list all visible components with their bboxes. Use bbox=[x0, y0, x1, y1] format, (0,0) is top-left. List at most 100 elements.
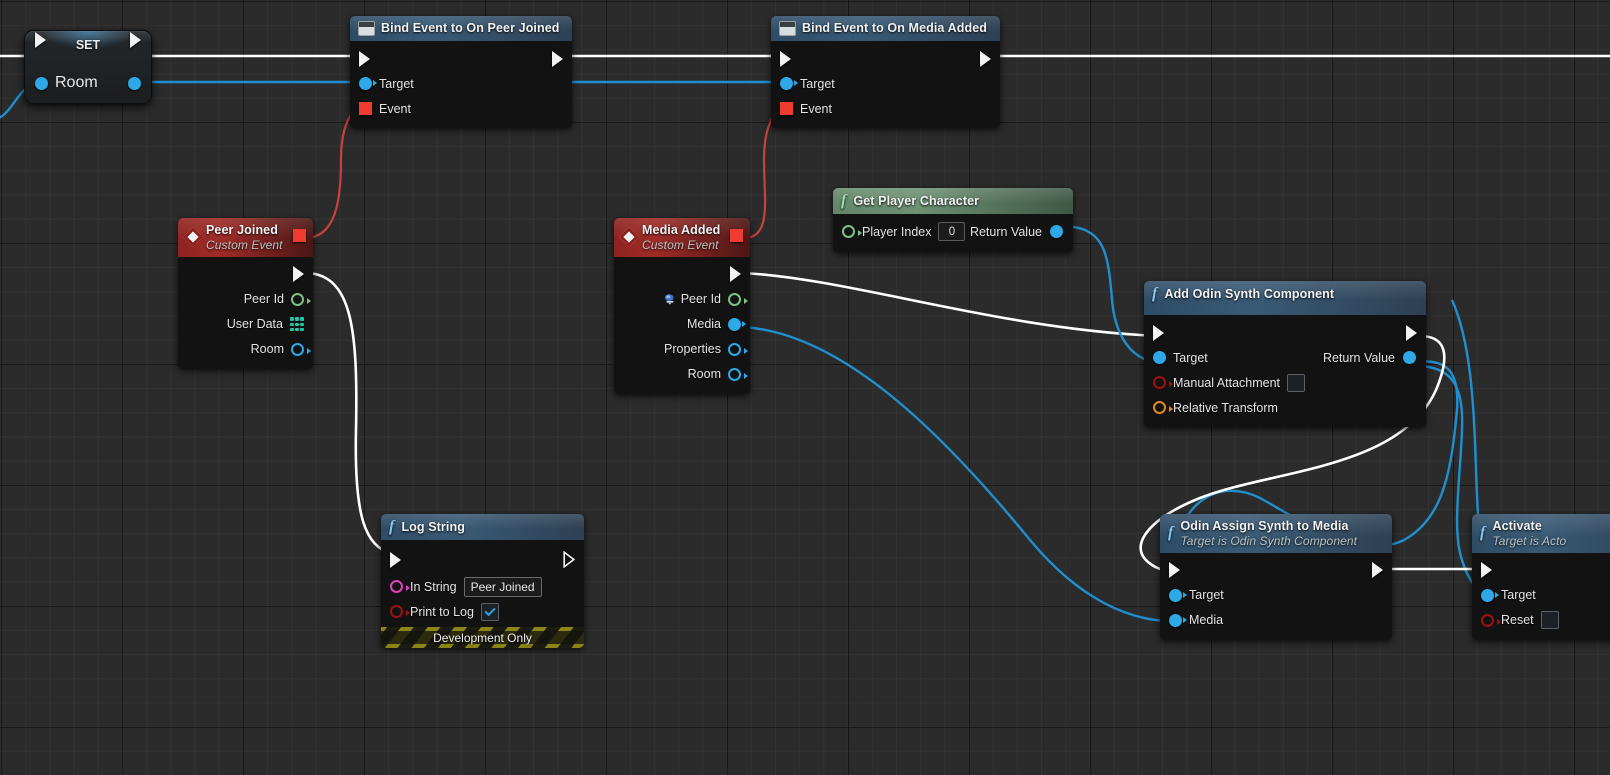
add-odin-synth-target-pin[interactable] bbox=[1153, 351, 1166, 364]
add-odin-synth-exec-out-pin[interactable] bbox=[1406, 324, 1417, 341]
add-odin-synth-target-row: Target Return Value bbox=[1144, 345, 1426, 370]
blueprint-event-graph-canvas[interactable]: SET Room Bind Event to On Peer Joined Ta… bbox=[0, 0, 1610, 775]
bind-peer-joined-exec-in-pin[interactable] bbox=[359, 50, 370, 67]
odin-assign-title: Odin Assign Synth to Media bbox=[1180, 519, 1349, 533]
player-index-value-field[interactable]: 0 bbox=[938, 222, 966, 241]
activate-title-bar: f Activate Target is Acto bbox=[1472, 514, 1610, 553]
relative-transform-label: Relative Transform bbox=[1173, 400, 1278, 415]
log-string-in-string-row: In String Peer Joined bbox=[381, 574, 584, 599]
node-odin-assign-synth-to-media[interactable]: f Odin Assign Synth to Media Target is O… bbox=[1160, 514, 1392, 640]
media-added-room-pin[interactable] bbox=[728, 367, 748, 381]
bind-peer-joined-body: Target Event bbox=[350, 41, 572, 128]
bind-media-added-target-row: Target bbox=[771, 71, 1000, 96]
set-room-out-pin[interactable] bbox=[128, 76, 141, 90]
set-exec-in-pin[interactable] bbox=[35, 32, 46, 48]
log-string-body: In String Peer Joined Print to Log bbox=[381, 540, 584, 627]
bind-media-added-target-pin[interactable] bbox=[780, 77, 798, 90]
add-odin-synth-exec-in-pin[interactable] bbox=[1153, 324, 1164, 341]
media-added-body: Peer Id Media Properties Room bbox=[614, 256, 750, 394]
node-activate[interactable]: f Activate Target is Acto Target Reset bbox=[1472, 514, 1610, 640]
log-string-exec-row bbox=[381, 545, 584, 574]
activate-target-label: Target bbox=[1501, 588, 1536, 603]
peer-joined-userdata-pin[interactable] bbox=[290, 317, 304, 332]
peer-joined-subtitle: Custom Event bbox=[206, 237, 283, 252]
player-index-label: Player Index bbox=[862, 224, 932, 239]
player-index-pin[interactable] bbox=[842, 225, 862, 238]
node-media-added-custom-event[interactable]: Media Added Custom Event Peer Id Media P… bbox=[614, 218, 750, 394]
custom-event-icon bbox=[183, 227, 203, 248]
print-to-log-checkbox[interactable] bbox=[480, 602, 499, 621]
media-added-properties-pin[interactable] bbox=[728, 342, 748, 356]
add-odin-synth-return-pin[interactable] bbox=[1403, 351, 1416, 364]
peer-joined-room-label: Room bbox=[250, 342, 284, 357]
set-node-room-row: Room bbox=[25, 70, 151, 96]
media-added-delegate-out-pin[interactable] bbox=[730, 229, 743, 242]
node-bind-event-on-peer-joined[interactable]: Bind Event to On Peer Joined Target Even… bbox=[350, 16, 572, 128]
odin-assign-subtitle: Target is Odin Synth Component bbox=[1180, 533, 1358, 548]
bind-peer-joined-exec-out-pin[interactable] bbox=[552, 50, 563, 67]
bind-peer-joined-event-row: Event bbox=[350, 96, 572, 121]
odin-assign-target-pin[interactable] bbox=[1169, 588, 1187, 602]
manual-attachment-label: Manual Attachment bbox=[1173, 375, 1281, 390]
wire-exec-peerjoined-to-logstring bbox=[307, 271, 393, 556]
peer-joined-peerid-row: Peer Id bbox=[178, 287, 313, 312]
node-log-string[interactable]: f Log String In String Peer Joined Print… bbox=[381, 514, 584, 648]
media-added-exec-out-pin[interactable] bbox=[730, 266, 741, 283]
node-get-player-character[interactable]: f Get Player Character Player Index 0 Re… bbox=[833, 188, 1073, 252]
set-room-in-pin[interactable] bbox=[35, 76, 48, 90]
delegate-icon bbox=[779, 21, 796, 36]
activate-body: Target Reset bbox=[1472, 552, 1610, 640]
in-string-value-field[interactable]: Peer Joined bbox=[463, 576, 542, 597]
odin-assign-media-label: Media bbox=[1189, 613, 1224, 628]
in-string-label: In String bbox=[410, 579, 457, 594]
odin-assign-media-pin[interactable] bbox=[1169, 613, 1187, 627]
activate-exec-in-pin[interactable] bbox=[1481, 562, 1492, 579]
pure-function-icon: f bbox=[841, 192, 847, 209]
peer-joined-room-pin[interactable] bbox=[291, 342, 311, 356]
odin-assign-exec-in-pin[interactable] bbox=[1169, 562, 1180, 579]
peer-joined-peerid-pin[interactable] bbox=[291, 292, 311, 306]
node-add-odin-synth-component[interactable]: f Add Odin Synth Component Target Return… bbox=[1144, 281, 1426, 427]
get-player-character-return-pin[interactable] bbox=[1050, 225, 1063, 238]
peer-joined-body: Peer Id User Data Room bbox=[178, 256, 313, 369]
node-peer-joined-custom-event[interactable]: Peer Joined Custom Event Peer Id User Da… bbox=[178, 218, 313, 369]
bind-media-added-exec-in-pin[interactable] bbox=[780, 50, 791, 67]
bind-media-added-event-pin[interactable] bbox=[780, 102, 793, 115]
node-bind-event-on-media-added[interactable]: Bind Event to On Media Added Target Even… bbox=[771, 16, 1000, 128]
log-string-exec-out-pin[interactable] bbox=[563, 551, 575, 568]
activate-title: Activate bbox=[1492, 519, 1542, 533]
media-added-peerid-pin[interactable] bbox=[728, 292, 748, 306]
add-odin-synth-body: Target Return Value Manual Attachment Re… bbox=[1144, 315, 1426, 427]
set-exec-out-pin[interactable] bbox=[130, 32, 141, 48]
activate-reset-pin[interactable] bbox=[1481, 613, 1501, 627]
manual-attachment-pin[interactable] bbox=[1153, 376, 1173, 389]
manual-attachment-checkbox[interactable] bbox=[1287, 373, 1306, 392]
bind-peer-joined-target-pin[interactable] bbox=[359, 77, 377, 90]
odin-assign-title-bar: f Odin Assign Synth to Media Target is O… bbox=[1160, 514, 1392, 553]
activate-reset-label: Reset bbox=[1501, 613, 1534, 628]
log-string-exec-in-pin[interactable] bbox=[390, 551, 401, 568]
watch-value-icon[interactable] bbox=[663, 293, 678, 306]
in-string-pin[interactable] bbox=[390, 580, 410, 593]
activate-target-pin[interactable] bbox=[1481, 588, 1499, 602]
add-odin-synth-return-label: Return Value bbox=[1322, 350, 1395, 365]
peer-joined-exec-out-pin[interactable] bbox=[293, 266, 304, 283]
peer-joined-userdata-label: User Data bbox=[226, 317, 283, 332]
peer-joined-delegate-out-pin[interactable] bbox=[293, 229, 306, 242]
media-added-media-pin[interactable] bbox=[728, 317, 746, 331]
media-added-media-label: Media bbox=[686, 317, 721, 332]
odin-assign-target-label: Target bbox=[1189, 588, 1224, 603]
function-icon: f bbox=[1168, 524, 1174, 542]
activate-reset-checkbox[interactable] bbox=[1540, 611, 1559, 630]
activate-target-row: Target bbox=[1472, 583, 1610, 608]
relative-transform-pin[interactable] bbox=[1153, 401, 1173, 414]
media-added-peerid-row: Peer Id bbox=[614, 287, 750, 312]
node-set-room[interactable]: SET Room bbox=[24, 30, 152, 104]
odin-assign-exec-out-pin[interactable] bbox=[1372, 562, 1383, 579]
bind-peer-joined-event-pin[interactable] bbox=[359, 102, 372, 115]
bind-media-added-exec-out-pin[interactable] bbox=[980, 50, 991, 67]
odin-assign-exec-row bbox=[1160, 558, 1392, 583]
log-string-print-to-log-row: Print to Log bbox=[381, 599, 584, 624]
print-to-log-pin[interactable] bbox=[390, 605, 410, 618]
bind-peer-joined-title: Bind Event to On Peer Joined bbox=[381, 21, 560, 36]
